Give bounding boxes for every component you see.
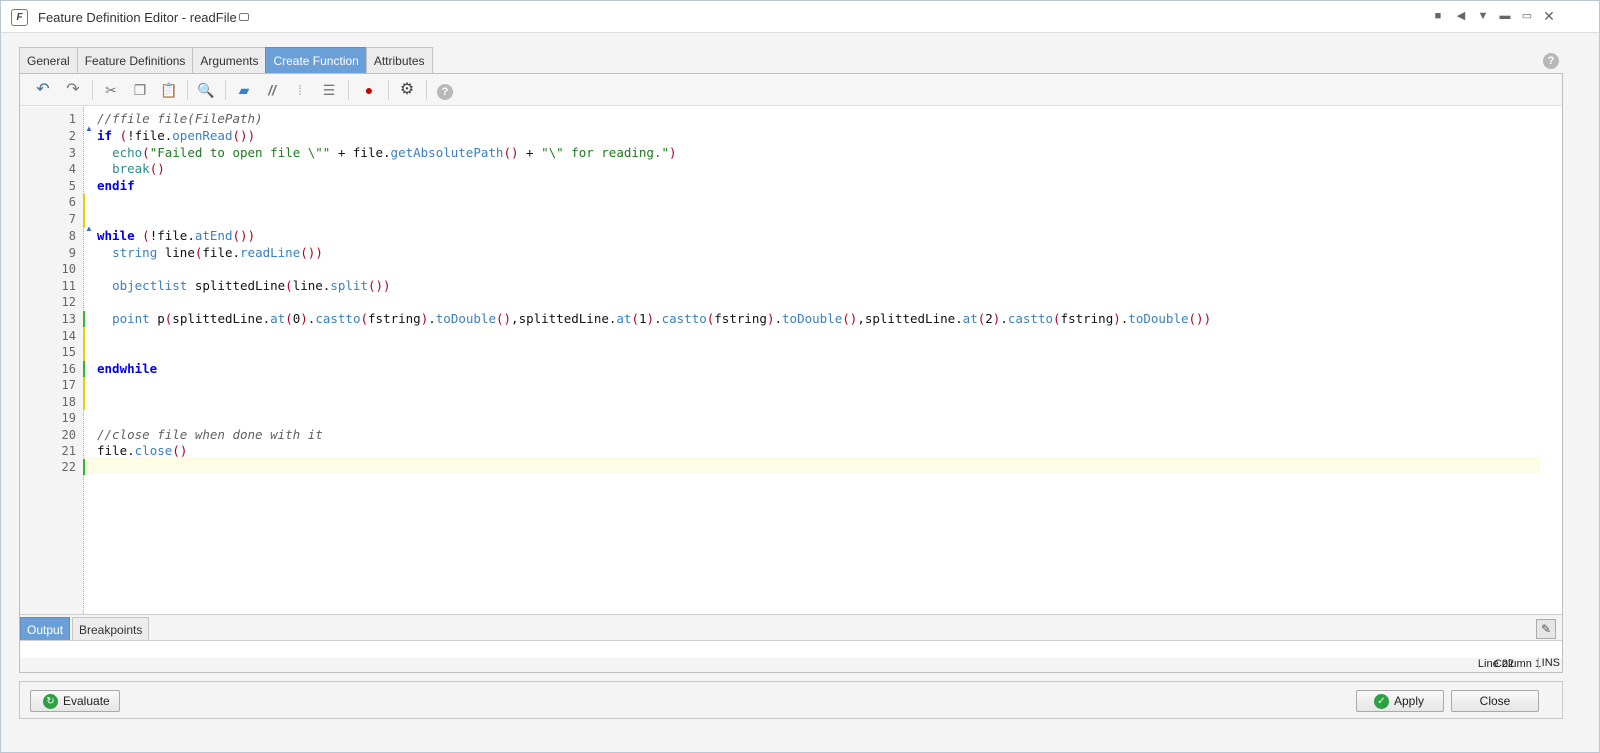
line-number: 13 — [61, 312, 76, 326]
help-icon[interactable]: ? — [1543, 53, 1559, 69]
line-number: 19 — [61, 411, 76, 425]
close-icon[interactable]: ✕ — [1542, 9, 1556, 23]
status-insert-mode: INS — [1537, 657, 1560, 669]
settings-icon[interactable]: ⚙ — [398, 81, 416, 99]
change-marker — [83, 311, 85, 327]
copy-icon[interactable]: ❐ — [131, 81, 149, 99]
tab-attributes[interactable]: Attributes — [365, 47, 433, 73]
line-number: 3 — [68, 146, 76, 160]
chevron-down-icon[interactable]: ▼ — [1476, 9, 1490, 23]
change-marker — [83, 328, 85, 361]
comment-icon[interactable]: // — [263, 81, 281, 99]
cut-icon[interactable]: ✂ — [102, 81, 120, 99]
tab-breakpoints[interactable]: Breakpoints — [72, 617, 150, 641]
current-line-highlight — [84, 457, 1540, 474]
line-number: 15 — [61, 345, 76, 359]
tab-bar: General Feature Definitions Arguments Cr… — [19, 47, 433, 73]
line-number: 2 — [68, 129, 76, 143]
code-line: //close file when done with it — [97, 427, 323, 442]
code-line: objectlist splittedLine(line.split()) — [112, 278, 391, 293]
editor-toolbar: ↶ ↷ ✂ ❐ 📋 🔍 ▰ // ⁞ ☰ ● ⚙ ? — [20, 74, 1562, 106]
code-editor[interactable]: 1 2 3 4 5 6 7 8 9 10 11 12 13 14 15 16 1… — [20, 107, 1562, 614]
line-number: 16 — [61, 362, 76, 376]
evaluate-button[interactable]: ↻ Evaluate — [30, 690, 120, 712]
line-number: 18 — [61, 395, 76, 409]
line-number: 9 — [68, 246, 76, 260]
minimize-icon[interactable]: ▬ — [1498, 9, 1512, 23]
window-title: Feature Definition Editor - readFile — [38, 10, 237, 25]
editor-panel: General Feature Definitions Arguments Cr… — [19, 47, 1563, 673]
line-number: 11 — [61, 279, 76, 293]
uncomment-icon[interactable]: ⁞ — [291, 81, 309, 99]
tab-general[interactable]: General — [19, 47, 78, 73]
redo-icon[interactable]: ↷ — [64, 81, 82, 99]
line-number: 6 — [68, 195, 76, 209]
status-bar: Line 22 Column 1 INS — [20, 657, 1562, 672]
code-line: point p(splittedLine.at(0).castto(fstrin… — [112, 311, 1212, 326]
code-line: string line(file.readLine()) — [112, 245, 323, 260]
maximize-icon[interactable]: ▭ — [1520, 9, 1534, 23]
change-marker — [83, 194, 85, 228]
paste-icon[interactable]: 📋 — [160, 81, 178, 99]
bottom-tab-bar: Output Breakpoints ✎ — [20, 614, 1562, 641]
line-number: 17 — [61, 378, 76, 392]
pin-icon[interactable]: ✎ — [1536, 619, 1556, 639]
apply-button[interactable]: ✓ Apply — [1356, 690, 1444, 712]
code-line: endif — [97, 178, 135, 193]
tab-create-function[interactable]: Create Function — [265, 47, 367, 73]
line-number: 20 — [61, 428, 76, 442]
code-line: if (!file.openRead()) — [97, 128, 256, 143]
stop-icon[interactable]: ■ — [1431, 9, 1445, 23]
line-number: 21 — [61, 444, 76, 458]
indent-icon[interactable]: ☰ — [320, 81, 338, 99]
line-number: 22 — [61, 460, 76, 474]
close-button[interactable]: Close — [1451, 690, 1539, 712]
fold-marker-icon[interactable]: ▲ — [85, 224, 95, 240]
folder-icon[interactable]: ▰ — [235, 81, 253, 99]
title-bar[interactable]: F Feature Definition Editor - readFile ■… — [1, 1, 1599, 33]
dialog-footer: ↻ Evaluate ✓ Apply Close — [19, 681, 1563, 719]
change-marker — [83, 377, 85, 410]
toolbar-help-icon[interactable]: ? — [436, 81, 454, 100]
find-icon[interactable]: 🔍 — [197, 81, 215, 99]
fold-marker-icon[interactable]: ▲ — [85, 124, 95, 140]
code-line: endwhile — [97, 361, 158, 376]
status-column: Column 1 — [1493, 658, 1541, 670]
prev-icon[interactable]: ◀ — [1454, 9, 1468, 23]
output-pane[interactable] — [20, 640, 1562, 658]
tab-output[interactable]: Output — [20, 617, 71, 641]
line-number: 10 — [61, 262, 76, 276]
line-number: 5 — [68, 179, 76, 193]
line-number: 7 — [68, 212, 76, 226]
code-line: //ffile file(FilePath) — [97, 111, 263, 126]
float-window-icon[interactable] — [239, 13, 249, 21]
change-marker — [83, 361, 85, 377]
tab-feature-definitions[interactable]: Feature Definitions — [76, 47, 194, 73]
line-number: 14 — [61, 329, 76, 343]
code-line: break() — [112, 161, 165, 176]
check-icon: ✓ — [1374, 694, 1389, 710]
code-line: file.close() — [97, 443, 188, 458]
line-number: 4 — [68, 162, 76, 176]
refresh-icon: ↻ — [43, 694, 58, 710]
app-icon: F — [11, 9, 28, 26]
line-number: 8 — [68, 229, 76, 243]
code-line: while (!file.atEnd()) — [97, 228, 256, 243]
tab-arguments[interactable]: Arguments — [192, 47, 267, 73]
line-number: 1 — [68, 112, 76, 126]
breakpoint-icon[interactable]: ● — [360, 81, 378, 99]
code-line: echo("Failed to open file \"" + file.get… — [112, 145, 677, 160]
change-marker — [83, 459, 85, 475]
editor-frame: ↶ ↷ ✂ ❐ 📋 🔍 ▰ // ⁞ ☰ ● ⚙ ? 1 2 3 4 5 6 7… — [19, 73, 1563, 673]
feature-definition-editor-window: F Feature Definition Editor - readFile ■… — [0, 0, 1600, 753]
line-number: 12 — [61, 295, 76, 309]
undo-icon[interactable]: ↶ — [34, 81, 52, 99]
